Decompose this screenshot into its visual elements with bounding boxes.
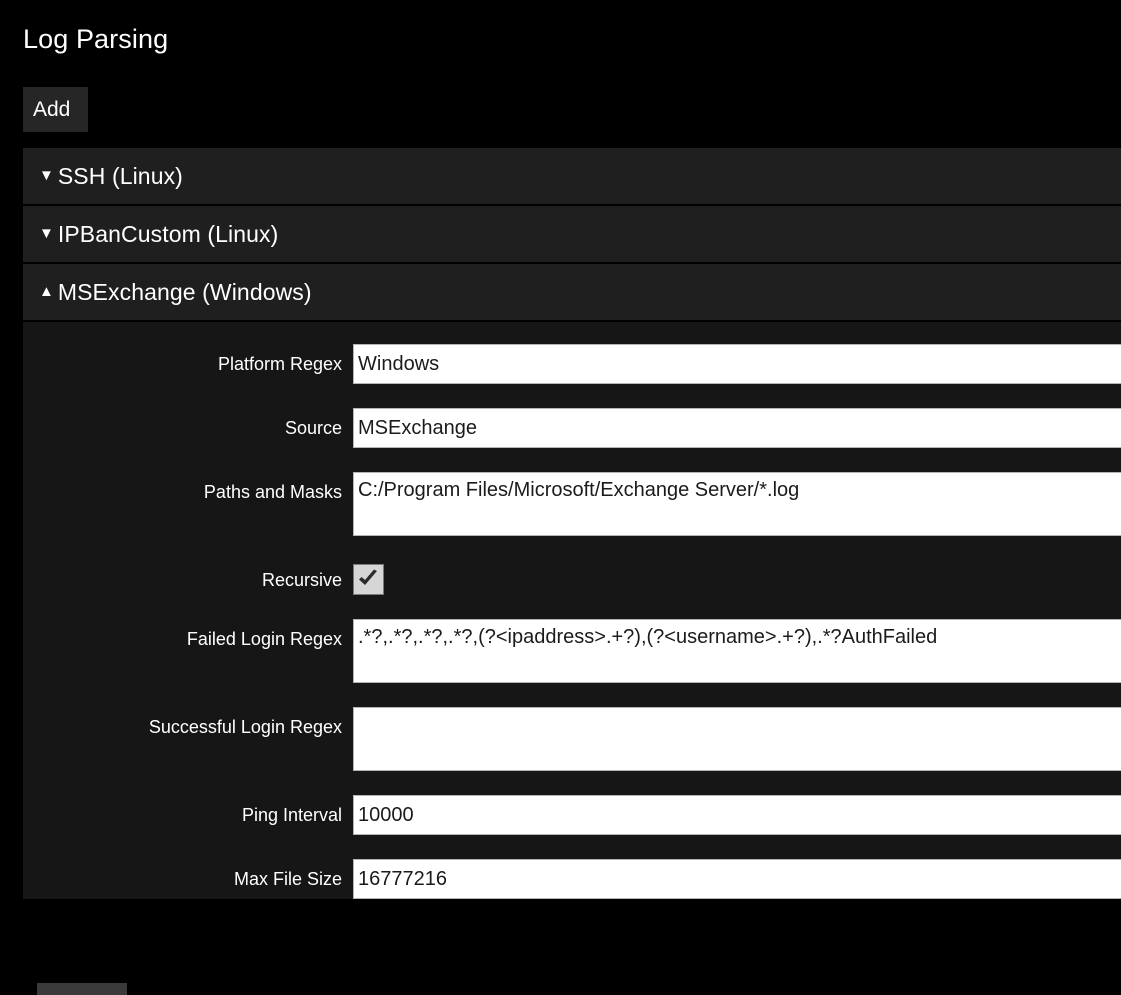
accordion-title-ssh: SSH (Linux) [57,162,183,189]
log-parsing-accordion: ▼ SSH (Linux) ▼ IPBanCustom (Linux) ▲ MS… [23,148,1121,923]
max-file-size-input[interactable] [353,859,1121,899]
log-parsing-form: Platform Regex Source Path [23,322,1121,899]
accordion-header-ipbancustom[interactable]: ▼ IPBanCustom (Linux) [23,206,1121,264]
label-successful-login-regex: Successful Login Regex [148,717,342,737]
label-recursive: Recursive [261,570,342,590]
label-ping-interval: Ping Interval [241,805,342,825]
form-row-ping-interval: Ping Interval [23,795,1121,835]
label-source: Source [284,418,342,438]
field-wrap-paths-and-masks [353,472,1121,536]
field-wrap-successful-login-regex [353,707,1121,771]
form-action-button[interactable] [37,983,127,995]
form-row-source: Source [23,408,1121,448]
ping-interval-input[interactable] [353,795,1121,835]
accordion-section-msexchange: ▲ MSExchange (Windows) Platform Regex So… [23,264,1121,899]
chevron-up-icon: ▲ [39,282,54,300]
accordion-header-msexchange[interactable]: ▲ MSExchange (Windows) [23,264,1121,322]
recursive-checkbox[interactable] [353,564,384,595]
field-wrap-platform-regex [353,344,1121,384]
accordion-title-ipbancustom: IPBanCustom (Linux) [57,220,279,247]
chevron-down-icon: ▼ [39,224,54,242]
msexchange-settings-panel: Platform Regex Source Path [23,322,1121,899]
field-wrap-recursive [353,560,1121,595]
successful-login-regex-textarea[interactable] [353,707,1121,771]
form-row-recursive: Recursive [23,560,1121,595]
label-paths-and-masks: Paths and Masks [203,482,342,502]
field-wrap-failed-login-regex [353,619,1121,683]
paths-and-masks-textarea[interactable] [353,472,1121,536]
form-row-max-file-size: Max File Size [23,859,1121,899]
form-row-failed-login-regex: Failed Login Regex [23,619,1121,683]
accordion-section-ssh: ▼ SSH (Linux) [23,148,1121,206]
label-max-file-size: Max File Size [233,869,342,889]
failed-login-regex-textarea[interactable] [353,619,1121,683]
accordion-section-ipbancustom: ▼ IPBanCustom (Linux) [23,206,1121,264]
source-input[interactable] [353,408,1121,448]
form-row-paths-and-masks: Paths and Masks [23,472,1121,536]
accordion-title-msexchange: MSExchange (Windows) [57,278,312,305]
label-failed-login-regex: Failed Login Regex [186,629,342,649]
field-wrap-max-file-size [353,859,1121,899]
chevron-down-icon: ▼ [39,166,54,184]
add-button[interactable]: Add [23,87,88,132]
label-platform-regex: Platform Regex [217,354,342,374]
page-title: Log Parsing [23,24,169,54]
platform-regex-input[interactable] [353,344,1121,384]
field-wrap-source [353,408,1121,448]
field-wrap-ping-interval [353,795,1121,835]
form-row-successful-login-regex: Successful Login Regex [23,707,1121,771]
check-icon [359,569,377,585]
form-row-platform-regex: Platform Regex [23,344,1121,384]
accordion-header-ssh[interactable]: ▼ SSH (Linux) [23,148,1121,206]
log-parsing-page: Log Parsing Add ▼ SSH (Linux) ▼ IPBanCus… [0,0,1121,995]
